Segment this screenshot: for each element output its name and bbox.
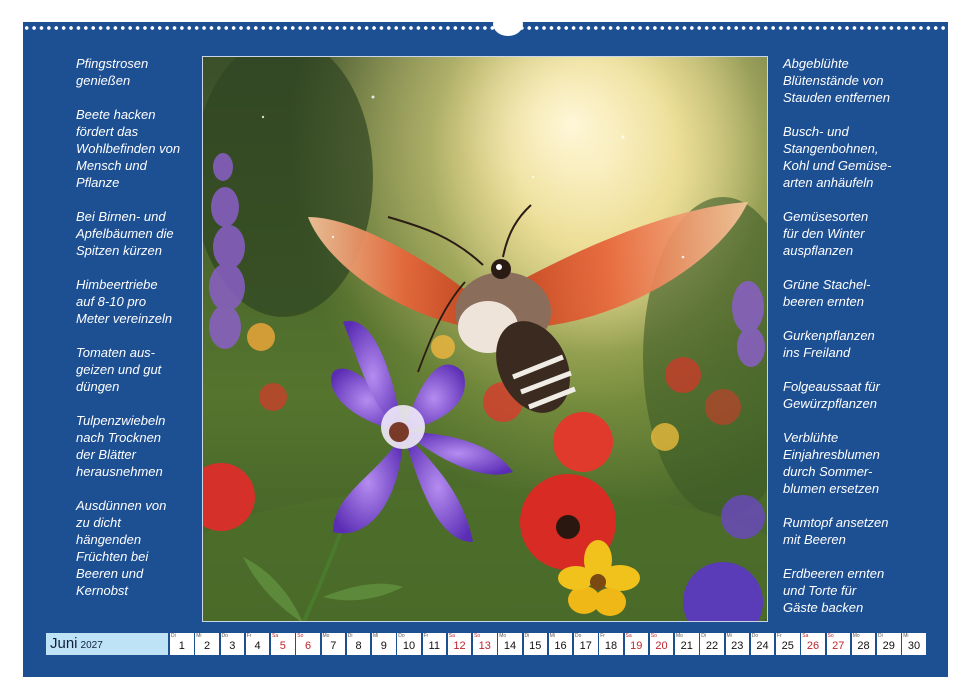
- day-cell: So 27: [826, 633, 850, 655]
- gardening-tip: Grüne Stachel- beeren ernten: [783, 277, 871, 309]
- day-number: 23: [731, 640, 744, 652]
- day-number: 26: [806, 640, 820, 652]
- day-cell: So 6: [296, 633, 320, 655]
- gardening-tip: Rumtopf ansetzen mit Beeren: [783, 515, 889, 547]
- day-cell: So 13: [473, 633, 497, 655]
- left-gardening-tips: Pfingstrosen genießen Beete hacken förder…: [76, 55, 196, 616]
- day-cell: Do 24: [750, 633, 775, 655]
- day-number: 8: [355, 640, 362, 652]
- day-number: 2: [203, 640, 211, 652]
- day-number: 17: [579, 640, 592, 652]
- gardening-tip: Bei Birnen- und Apfelbäumen die Spitzen …: [76, 209, 174, 258]
- day-cell: Di 15: [523, 633, 547, 655]
- day-number: 10: [402, 640, 416, 652]
- hanger-hole: [493, 12, 523, 36]
- day-number: 9: [380, 640, 387, 652]
- gardening-tip: Busch- und Stangenbohnen, Kohl und Gemüs…: [783, 124, 892, 190]
- day-number: 13: [478, 640, 491, 652]
- day-number: 16: [554, 640, 567, 652]
- gardening-tip: Himbeertriebe auf 8-10 pro Meter vereinz…: [76, 277, 173, 326]
- day-number: 20: [655, 640, 668, 652]
- day-cell: Fr 25: [776, 633, 800, 655]
- day-cell: Sa 26: [801, 633, 825, 655]
- day-number: 29: [882, 640, 895, 652]
- day-number: 11: [428, 640, 440, 652]
- day-cell: Mo 14: [498, 633, 522, 655]
- day-number: 19: [630, 640, 643, 652]
- day-cell: Mi 9: [372, 633, 396, 655]
- day-number: 28: [857, 640, 870, 652]
- day-cell: Sa 12: [447, 633, 472, 655]
- day-number: 21: [680, 640, 693, 652]
- day-number: 24: [756, 640, 769, 652]
- year: 2027: [80, 640, 103, 651]
- day-number: 3: [229, 640, 236, 652]
- day-cell: Fr 4: [245, 633, 270, 655]
- day-number: 30: [907, 640, 921, 652]
- day-cell: Mi 30: [902, 633, 926, 655]
- binding-holes: [23, 25, 948, 31]
- day-cell: Mi 16: [548, 633, 573, 655]
- hummingbird-hawk-moth-photo: [202, 56, 768, 622]
- day-cell: Do 10: [397, 633, 421, 655]
- gardening-tip: Folgeaussaat für Gewürzpflanzen: [783, 379, 880, 411]
- day-number: 27: [832, 640, 845, 652]
- gardening-tip: Verblühte Einjahresblumen durch Sommer- …: [783, 430, 880, 496]
- gardening-tip: Tulpenzwiebeln nach Trocknen der Blätter…: [76, 413, 166, 479]
- gardening-tip: Beete hacken fördert das Wohlbefinden vo…: [76, 107, 181, 190]
- right-gardening-tips: Abgeblühte Blütenstände von Stauden entf…: [783, 55, 943, 633]
- day-cell: So 20: [649, 633, 674, 655]
- day-cell: Mo 7: [321, 633, 345, 655]
- day-number: 14: [503, 640, 517, 652]
- day-number: 1: [178, 640, 185, 652]
- day-cell: Di 22: [700, 633, 724, 655]
- gardening-tip: Pfingstrosen genießen: [76, 56, 149, 88]
- day-cell: Do 17: [574, 633, 598, 655]
- day-number: 6: [304, 640, 312, 652]
- day-number: 25: [781, 640, 794, 652]
- day-cell: Mi 23: [725, 633, 749, 655]
- day-cell: Mo 21: [675, 633, 699, 655]
- day-cell: Mi 2: [195, 633, 219, 655]
- day-cell: Do 3: [220, 633, 244, 655]
- day-number: 12: [453, 640, 466, 652]
- gardening-tip: Tomaten aus- geizen und gut düngen: [76, 345, 162, 394]
- day-cell: Sa 19: [624, 633, 648, 655]
- month-label: Juni 2027: [46, 633, 168, 655]
- day-cell: Mo 28: [851, 633, 876, 655]
- day-cell: Di 29: [877, 633, 901, 655]
- day-number: 18: [604, 640, 618, 652]
- day-cell: Sa 5: [271, 633, 295, 655]
- month-calendar-strip: Juni 2027 Di 1 Mi 2 Do 3 Fr 4 Sa 5 So 6 Mo 7 Di 8 Mi 9 Do 10…: [46, 633, 926, 655]
- gardening-tip: Ausdünnen von zu dicht hängenden Früchte…: [76, 498, 167, 598]
- photo-illustration: [203, 57, 767, 621]
- gardening-tip: Abgeblühte Blütenstände von Stauden entf…: [783, 56, 890, 105]
- day-cell: Fr 18: [599, 633, 623, 655]
- gardening-tip: Gemüsesorten für den Winter auspflanzen: [783, 209, 869, 258]
- day-cell: Fr 11: [422, 633, 446, 655]
- spiral-binding: [23, 12, 948, 36]
- day-number: 7: [330, 640, 337, 652]
- gardening-tip: Erdbeeren ernten und Torte für Gäste bac…: [783, 566, 885, 615]
- day-cell: Di 1: [170, 633, 194, 655]
- gardening-tip: Gurkenpflanzen ins Freiland: [783, 328, 875, 360]
- day-number: 22: [705, 640, 719, 652]
- day-number: 5: [279, 640, 286, 652]
- month-name: Juni: [50, 635, 78, 652]
- day-number: 4: [254, 640, 261, 652]
- day-cell: Di 8: [346, 633, 371, 655]
- day-number: 15: [529, 640, 542, 652]
